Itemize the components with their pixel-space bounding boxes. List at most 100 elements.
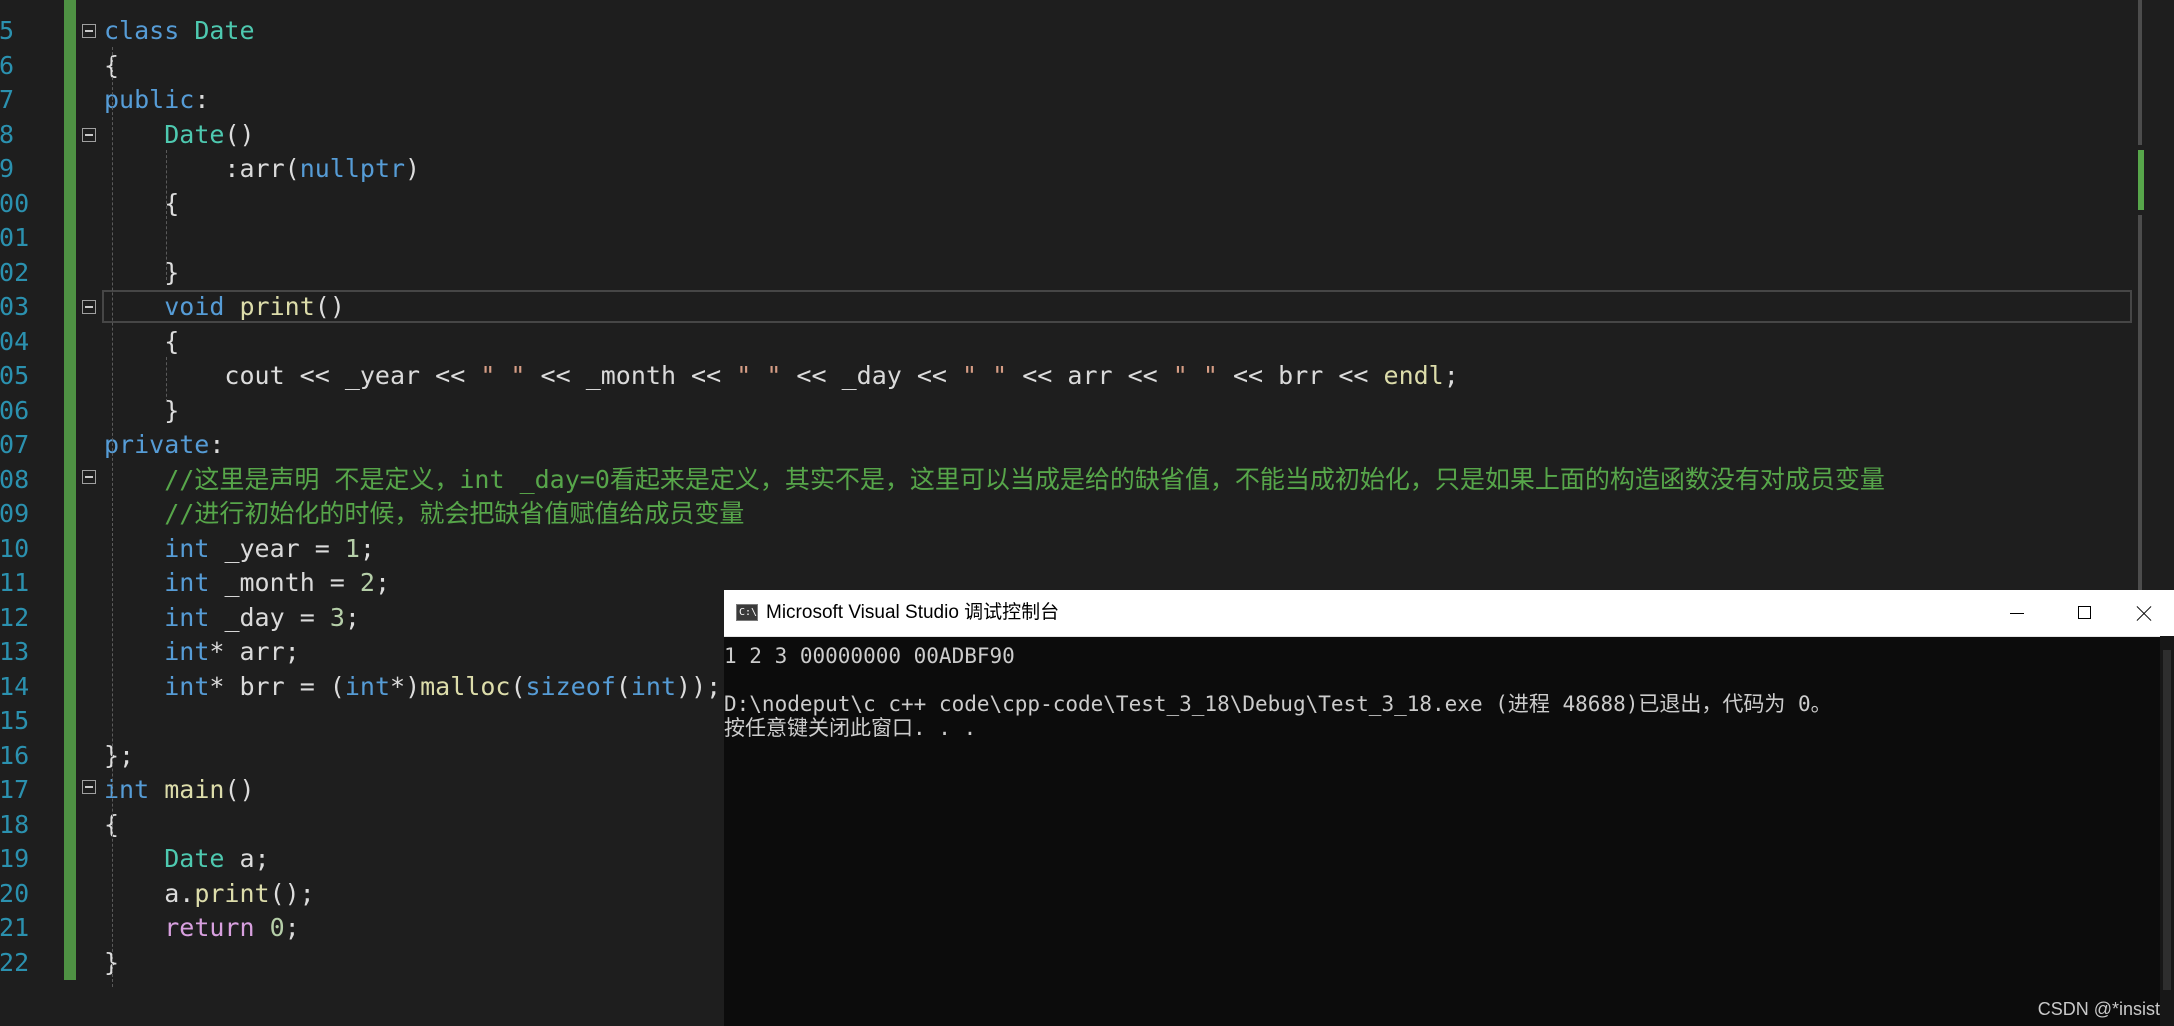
line-number: 122: [0, 946, 29, 980]
console-scrollbar-thumb[interactable]: [2163, 650, 2171, 990]
line-number-text: 107: [0, 430, 30, 459]
console-titlebar[interactable]: C:\ Microsoft Visual Studio 调试控制台: [724, 590, 2174, 637]
code-token: {: [104, 326, 180, 356]
code-token: {: [104, 188, 180, 218]
code-text[interactable]: //这里是声明 不是定义，int _day=0看起来是定义，其实不是，这里可以当…: [104, 463, 1885, 497]
line-number-text: 116: [0, 740, 30, 770]
code-text[interactable]: :arr(nullptr): [104, 152, 420, 186]
code-text[interactable]: int* arr;: [104, 635, 299, 669]
code-line[interactable]: 104 {: [0, 325, 2140, 359]
code-line[interactable]: 109 //进行初始化的时候，就会把缺省值赋值给成员变量: [0, 497, 2140, 531]
code-token: :: [104, 154, 240, 183]
code-text[interactable]: public:: [104, 83, 209, 117]
code-text[interactable]: Date(): [104, 118, 255, 152]
code-token: ): [405, 154, 421, 183]
code-text[interactable]: void print(): [104, 290, 345, 324]
code-text[interactable]: }: [104, 394, 179, 428]
code-text[interactable]: };: [104, 739, 134, 773]
close-button[interactable]: [2118, 590, 2174, 636]
console-output[interactable]: 1 2 3 00000000 00ADBF90 D:\nodeput\c c++…: [724, 636, 2160, 1026]
code-line[interactable]: 95 class Date: [0, 14, 2140, 48]
code-line[interactable]: 102 }: [0, 256, 2140, 290]
line-number: 119: [0, 842, 29, 876]
code-token: //这里是声明 不是定义，int _day=0看起来是定义，其实不是，这里可以当…: [164, 464, 1885, 494]
line-number: 121: [0, 911, 29, 945]
code-text[interactable]: private:: [104, 428, 224, 462]
code-token: <<: [1007, 361, 1068, 390]
code-token: a.: [104, 878, 195, 908]
code-token: =: [299, 533, 345, 563]
vertical-scrollbar[interactable]: [2138, 0, 2142, 145]
code-text[interactable]: int* brr = (int*)malloc(sizeof(int));: [104, 670, 721, 704]
code-line[interactable]: 100 {: [0, 187, 2140, 221]
code-text[interactable]: {: [104, 325, 179, 359]
code-text[interactable]: return 0;: [104, 911, 300, 945]
code-token: :: [209, 430, 225, 459]
code-text[interactable]: int _year = 1;: [104, 532, 375, 566]
code-token: (): [314, 292, 345, 321]
code-line[interactable]: 101: [0, 221, 2140, 255]
line-number: 110: [0, 532, 29, 566]
maximize-button[interactable]: [2050, 590, 2118, 636]
console-app-icon: C:\: [736, 604, 758, 621]
code-text[interactable]: class Date: [104, 14, 255, 48]
code-token: private: [104, 430, 210, 459]
code-line[interactable]: 98 Date(): [0, 118, 2140, 152]
line-number-text: 105: [0, 361, 30, 390]
console-title: Microsoft Visual Studio 调试控制台: [766, 602, 1060, 623]
code-text[interactable]: cout << _year << " " << _month << " " <<…: [104, 359, 1458, 393]
code-line[interactable]: 108 //这里是声明 不是定义，int _day=0看起来是定义，其实不是，这…: [0, 463, 2140, 497]
fold-toggle-icon[interactable]: [82, 470, 96, 484]
line-number-text: 104: [0, 326, 30, 356]
code-line[interactable]: 103 void print(): [0, 290, 2140, 324]
code-text[interactable]: Date a;: [104, 842, 269, 876]
code-text[interactable]: int _month = 2;: [104, 566, 390, 600]
code-token: ;: [344, 602, 360, 632]
code-token: (): [224, 119, 255, 149]
code-text[interactable]: int _day = 3;: [104, 601, 360, 635]
fold-toggle-icon[interactable]: [82, 780, 96, 794]
code-line[interactable]: 99 :arr(nullptr): [0, 152, 2140, 186]
code-token: " ": [1172, 361, 1218, 390]
code-token: }: [104, 395, 180, 425]
code-text[interactable]: int main(): [104, 773, 255, 807]
code-token: print: [194, 878, 270, 908]
line-number: 95: [0, 14, 22, 48]
code-line[interactable]: 107 private:: [0, 428, 2140, 462]
code-token: <<: [1112, 361, 1173, 390]
line-number: 103: [0, 290, 29, 324]
code-token: <<: [781, 361, 842, 390]
fold-toggle-icon[interactable]: [82, 300, 96, 314]
line-number: 100: [0, 187, 29, 221]
fold-toggle-icon[interactable]: [82, 24, 96, 38]
code-line[interactable]: 105 cout << _year << " " << _month << " …: [0, 359, 2140, 393]
code-token: *: [209, 637, 240, 666]
code-token: int: [344, 671, 391, 701]
code-line[interactable]: 97 public:: [0, 83, 2140, 117]
code-text[interactable]: //进行初始化的时候，就会把缺省值赋值给成员变量: [104, 497, 744, 531]
line-number-text: 111: [0, 568, 30, 597]
vertical-scrollbar[interactable]: [2138, 215, 2142, 590]
debug-console-window[interactable]: C:\ Microsoft Visual Studio 调试控制台 1 2 3 …: [724, 590, 2174, 1026]
code-token: brr: [1278, 361, 1324, 390]
code-token: arr: [239, 637, 285, 666]
code-text[interactable]: }: [104, 256, 179, 290]
code-token: <<: [676, 361, 737, 390]
code-text[interactable]: a.print();: [104, 877, 315, 911]
fold-toggle-icon[interactable]: [82, 128, 96, 142]
code-text[interactable]: {: [104, 187, 179, 221]
code-token: arr: [1067, 361, 1113, 390]
console-scrollbar[interactable]: [2160, 636, 2174, 1026]
code-token: cout <<: [104, 361, 345, 390]
code-line[interactable]: 106 }: [0, 394, 2140, 428]
line-number-text: 117: [0, 775, 30, 804]
code-token: int: [104, 775, 150, 804]
code-line[interactable]: 110 int _year = 1;: [0, 532, 2140, 566]
minimize-button[interactable]: [1982, 590, 2050, 636]
line-number-text: 108: [0, 464, 30, 494]
line-number: 112: [0, 601, 29, 635]
code-line[interactable]: 96{: [0, 49, 2140, 83]
code-token: *): [390, 671, 421, 701]
